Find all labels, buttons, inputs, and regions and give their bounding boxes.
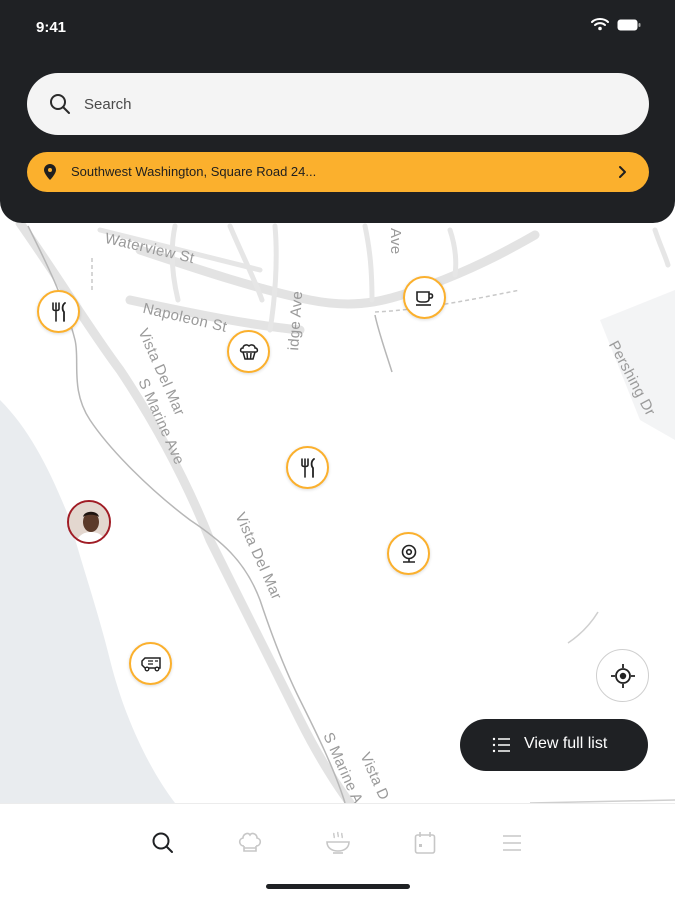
view-full-list-button[interactable]: View full list (460, 719, 648, 771)
fork-knife-icon (51, 301, 66, 322)
location-bar[interactable]: Southwest Washington, Square Road 24... (27, 152, 649, 192)
bakery-marker[interactable] (227, 330, 270, 373)
street-label: Ave (387, 228, 404, 255)
tab-chef[interactable] (235, 828, 265, 858)
search-bar[interactable] (27, 73, 649, 135)
cafe-marker[interactable] (403, 276, 446, 319)
home-indicator (266, 884, 410, 889)
bowl-icon (326, 831, 350, 854)
restaurant-marker[interactable] (286, 446, 329, 489)
food-truck-marker[interactable] (129, 642, 172, 685)
tab-menu[interactable] (497, 828, 527, 858)
tab-search[interactable] (148, 828, 178, 858)
chevron-right-icon[interactable] (618, 165, 628, 179)
muffin-icon (239, 343, 258, 360)
food-truck-icon (140, 656, 161, 671)
search-icon (152, 832, 173, 853)
search-input[interactable] (84, 90, 624, 118)
wifi-icon (591, 18, 609, 31)
location-pin-icon (44, 164, 56, 180)
search-icon (50, 94, 70, 114)
chef-hat-icon (238, 832, 262, 852)
fork-knife-icon (300, 457, 315, 478)
battery-icon (617, 19, 641, 31)
tab-dish[interactable] (323, 828, 353, 858)
calendar-icon (414, 832, 436, 854)
view-full-list-label: View full list (524, 735, 608, 752)
locate-me-button[interactable] (596, 649, 649, 702)
status-time: 9:41 (36, 19, 67, 36)
list-icon (492, 737, 510, 753)
header: 9:41 Southwest Washington, Square Road 2… (0, 0, 675, 223)
restaurant-marker[interactable] (37, 290, 80, 333)
coffee-cup-icon (415, 290, 433, 306)
status-bar: 9:41 (0, 0, 675, 56)
menu-icon (503, 835, 521, 851)
location-text: Southwest Washington, Square Road 24... (71, 164, 317, 179)
webcam-icon (401, 544, 416, 563)
user-avatar[interactable] (67, 500, 111, 544)
crosshair-icon (610, 663, 635, 688)
tab-calendar[interactable] (410, 828, 440, 858)
webcam-marker[interactable] (387, 532, 430, 575)
